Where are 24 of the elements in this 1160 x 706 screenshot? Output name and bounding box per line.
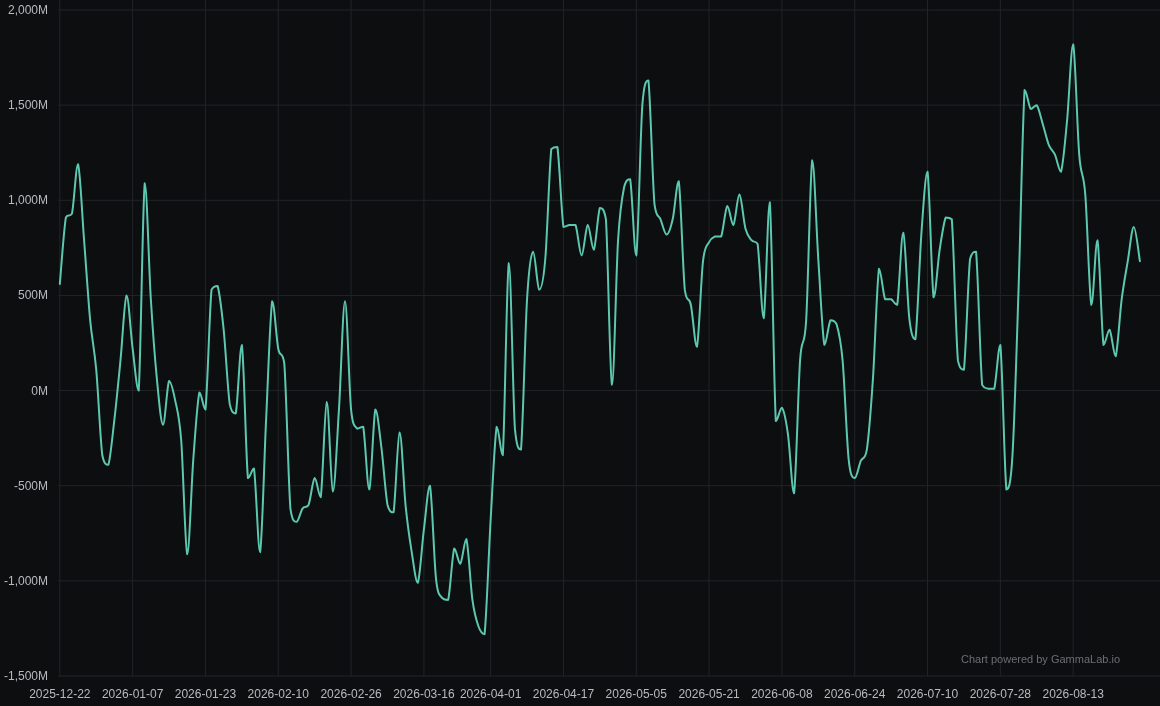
axis-label: -500M [14, 478, 48, 493]
axis-label: 2026-06-08 [751, 687, 813, 701]
axis-label: 500M [17, 288, 48, 303]
axis-label: 2026-04-17 [532, 687, 595, 701]
axis-label: 2,000M [7, 3, 48, 17]
axis-label: 2026-06-24 [824, 687, 886, 701]
axis-label: 2026-02-26 [320, 687, 382, 701]
axis-label: 2026-05-05 [605, 687, 667, 701]
axis-label: 1,500M [7, 98, 48, 113]
axis-label: 0M [31, 383, 48, 398]
axis-label: 1,000M [7, 193, 48, 208]
axis-label: -1,500M [3, 669, 48, 683]
axis-label: 2026-05-21 [678, 687, 740, 701]
axis-label: 2026-01-23 [174, 687, 237, 701]
axis-label: 2026-08-13 [1042, 687, 1104, 701]
axis-label: 2026-07-28 [969, 687, 1032, 701]
axis-label: 2026-01-07 [101, 687, 164, 701]
axis-label: 2026-04-01 [459, 687, 522, 701]
axis-label: 2026-07-10 [896, 687, 959, 701]
axis-label: 2026-02-10 [247, 687, 309, 701]
axis-label: 2025-12-22 [29, 687, 91, 701]
axis-label: 2026-03-16 [393, 687, 455, 701]
attribution-text: Chart powered by GammaLab.io [961, 653, 1120, 665]
axis-label: -1,000M [3, 573, 48, 588]
